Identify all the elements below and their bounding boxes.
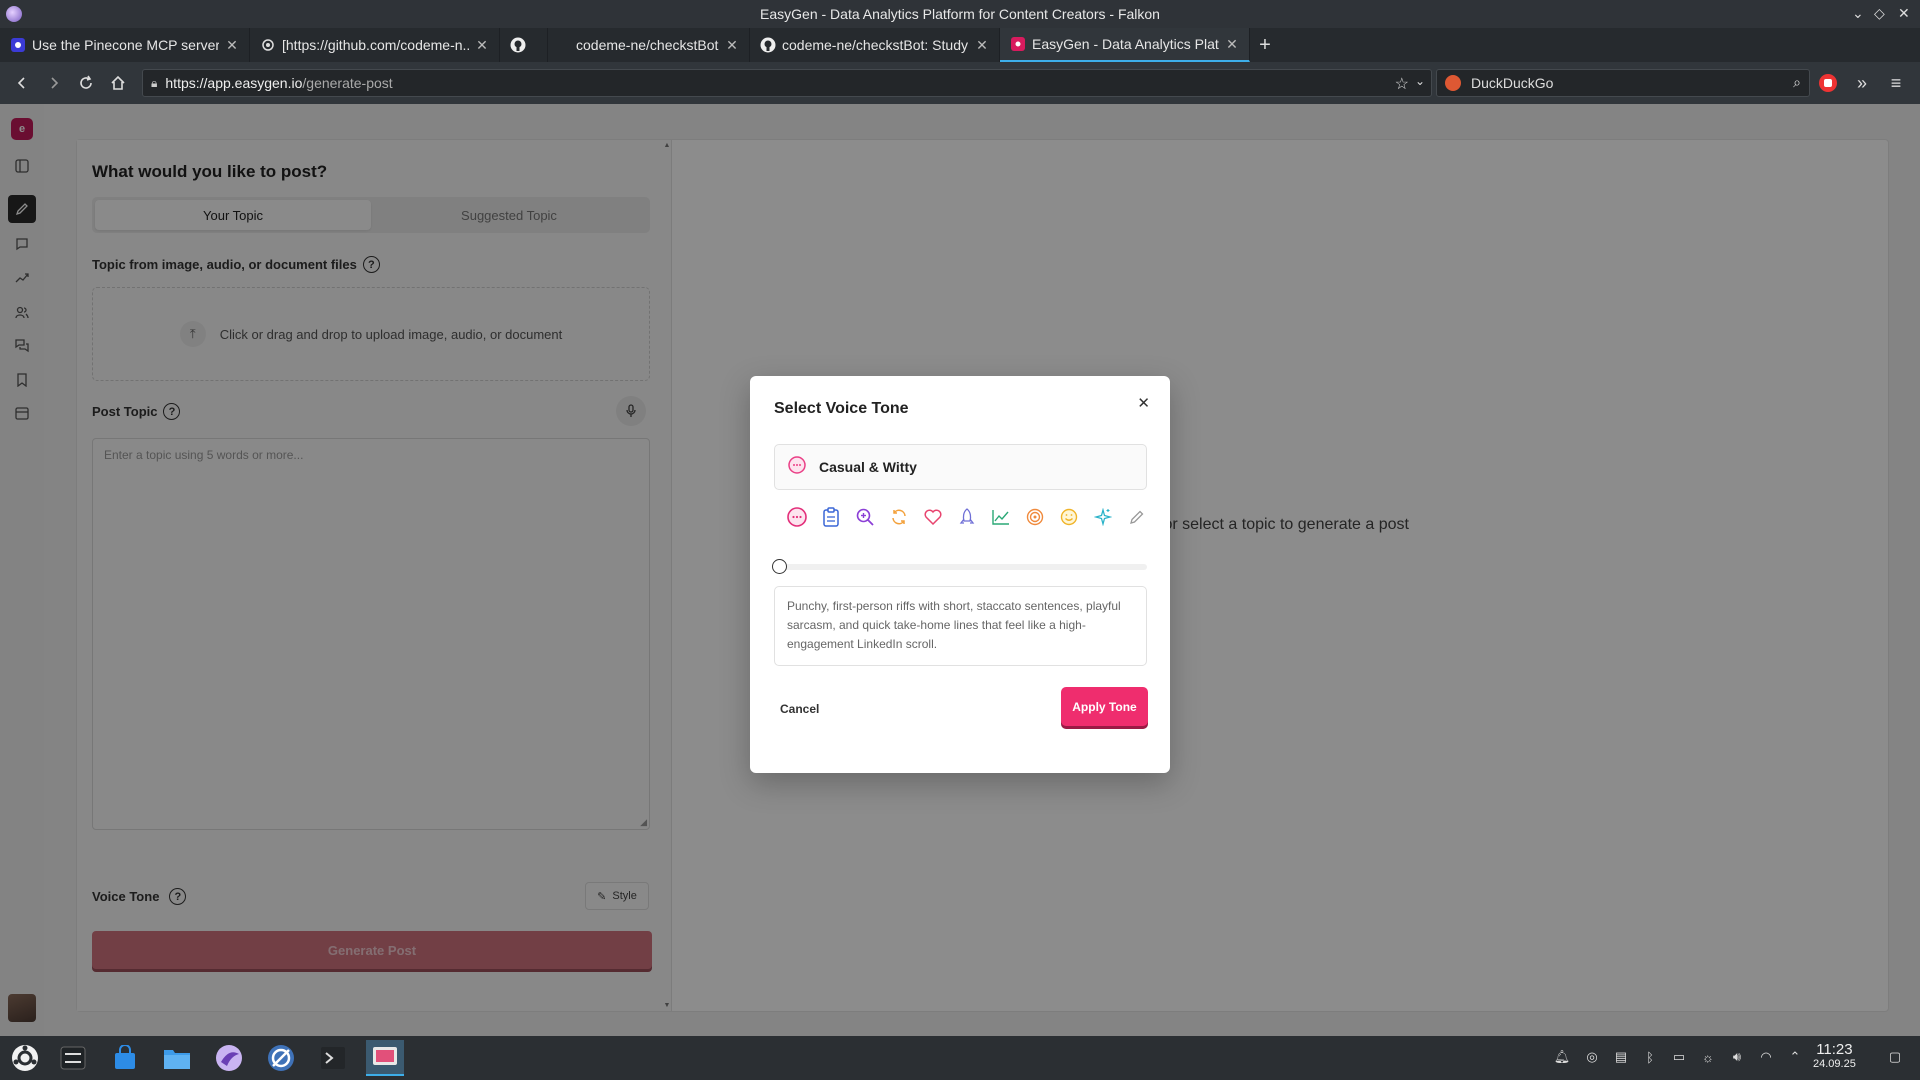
tone-icon-row bbox=[780, 504, 1154, 530]
extensions-chevron-icon[interactable]: » bbox=[1846, 67, 1878, 99]
bug-icon bbox=[260, 37, 276, 53]
window-titlebar: EasyGen - Data Analytics Platform for Co… bbox=[0, 0, 1920, 28]
chat-icon[interactable] bbox=[780, 504, 814, 530]
back-button[interactable] bbox=[6, 67, 38, 99]
falkon-logo-icon bbox=[6, 6, 22, 22]
easygen-icon bbox=[1010, 36, 1026, 52]
minimize-icon[interactable]: ⌄ bbox=[1852, 5, 1864, 22]
show-desktop-icon[interactable]: ▢ bbox=[1886, 1048, 1904, 1066]
browser-tab-active[interactable]: EasyGen - Data Analytics Platf... ✕ bbox=[1000, 28, 1250, 62]
tone-intensity-slider[interactable] bbox=[772, 559, 1147, 574]
bookmark-star-icon[interactable]: ☆ bbox=[1395, 74, 1409, 94]
tab-close-icon[interactable]: ✕ bbox=[725, 37, 739, 54]
menu-hamburger-icon[interactable]: ≡ bbox=[1880, 67, 1912, 99]
clipboard-tray-icon[interactable]: ▤ bbox=[1612, 1048, 1630, 1066]
store-bag-icon[interactable] bbox=[106, 1040, 144, 1076]
url-bar[interactable]: 🔒︎ https://app.easygen.io/generate-post … bbox=[142, 69, 1432, 97]
update-tray-icon[interactable]: ◎ bbox=[1583, 1048, 1601, 1066]
page-viewport: e What would you like to post? Your Topi… bbox=[0, 104, 1920, 1036]
smile-icon[interactable] bbox=[1052, 504, 1086, 530]
search-bar[interactable]: DuckDuckGo ⌕ bbox=[1436, 69, 1810, 97]
github-icon bbox=[510, 37, 526, 53]
lock-icon: 🔒︎ bbox=[151, 75, 158, 90]
chevron-down-icon[interactable]: ⌄ bbox=[1415, 74, 1425, 88]
cancel-button[interactable]: Cancel bbox=[780, 702, 819, 716]
target-icon[interactable] bbox=[1018, 504, 1052, 530]
tab-bar: Use the Pinecone MCP server -... ✕ [http… bbox=[0, 28, 1920, 62]
chart-icon[interactable] bbox=[984, 504, 1018, 530]
clipboard-icon[interactable] bbox=[814, 504, 848, 530]
brightness-tray-icon[interactable]: ☼ bbox=[1699, 1048, 1717, 1066]
tray-expand-icon[interactable]: ⌃ bbox=[1786, 1048, 1804, 1066]
tab-close-icon[interactable]: ✕ bbox=[975, 37, 989, 54]
apply-tone-button[interactable]: Apply Tone bbox=[1061, 687, 1148, 726]
pencil-icon[interactable] bbox=[1120, 504, 1154, 530]
voice-tone-modal: Select Voice Tone ✕ Casual & Witty Punch… bbox=[750, 376, 1170, 773]
search-icon[interactable]: ⌕ bbox=[1793, 74, 1801, 91]
modal-title: Select Voice Tone bbox=[774, 400, 909, 417]
browser-tab[interactable] bbox=[500, 28, 548, 62]
chat-icon bbox=[787, 455, 807, 480]
system-tool-icon[interactable] bbox=[262, 1040, 300, 1076]
close-window-icon[interactable]: ✕ bbox=[1898, 5, 1910, 22]
new-tab-button[interactable]: + bbox=[1250, 28, 1280, 62]
battery-tray-icon[interactable]: ▭ bbox=[1670, 1048, 1688, 1066]
close-icon[interactable]: ✕ bbox=[1137, 394, 1150, 412]
bluetooth-tray-icon[interactable]: ᛒ bbox=[1641, 1048, 1659, 1066]
maximize-icon[interactable]: ◇ bbox=[1874, 5, 1885, 22]
tone-description: Punchy, first-person riffs with short, s… bbox=[774, 586, 1147, 666]
screenshot-tool-icon[interactable] bbox=[366, 1040, 404, 1076]
pinecone-icon bbox=[10, 37, 26, 53]
heart-icon[interactable] bbox=[916, 504, 950, 530]
adblock-icon[interactable] bbox=[1812, 67, 1844, 99]
tab-close-icon[interactable]: ✕ bbox=[1225, 36, 1239, 53]
sparkle-icon[interactable] bbox=[1086, 504, 1120, 530]
slider-knob[interactable] bbox=[772, 559, 787, 574]
volume-tray-icon[interactable]: 🔊︎ bbox=[1728, 1048, 1746, 1066]
navigation-bar: 🔒︎ https://app.easygen.io/generate-post … bbox=[0, 62, 1920, 104]
url-text[interactable]: https://app.easygen.io/generate-post bbox=[165, 75, 392, 91]
zoom-icon[interactable] bbox=[848, 504, 882, 530]
falkon-browser-icon[interactable] bbox=[210, 1040, 248, 1076]
refresh-icon[interactable] bbox=[882, 504, 916, 530]
home-button[interactable] bbox=[102, 67, 134, 99]
window-title: EasyGen - Data Analytics Platform for Co… bbox=[760, 6, 1160, 22]
notifications-tray-icon[interactable]: 🔔︎ bbox=[1553, 1048, 1571, 1066]
rocket-icon[interactable] bbox=[950, 504, 984, 530]
file-manager-icon[interactable] bbox=[158, 1040, 196, 1076]
tab-close-icon[interactable]: ✕ bbox=[225, 37, 239, 54]
wifi-tray-icon[interactable]: ◠ bbox=[1757, 1048, 1775, 1066]
selected-tone-display: Casual & Witty bbox=[774, 444, 1147, 490]
duckduckgo-icon bbox=[1445, 75, 1461, 91]
browser-tab[interactable]: codeme-ne/checkstBot ✕ bbox=[548, 28, 750, 62]
reload-button[interactable] bbox=[70, 67, 102, 99]
system-taskbar: 🔔︎ ◎ ▤ ᛒ ▭ ☼ 🔊︎ ◠ ⌃ 11:23 24.09.25 ▢ bbox=[0, 1036, 1920, 1080]
terminal-icon[interactable] bbox=[314, 1040, 352, 1076]
system-clock[interactable]: 11:23 24.09.25 bbox=[1813, 1041, 1856, 1070]
tab-close-icon[interactable]: ✕ bbox=[475, 37, 489, 54]
github-icon bbox=[760, 37, 776, 53]
browser-tab[interactable]: Use the Pinecone MCP server -... ✕ bbox=[0, 28, 250, 62]
browser-tab[interactable]: codeme-ne/checkstBot: Study ... ✕ bbox=[750, 28, 1000, 62]
app-launcher-icon[interactable] bbox=[6, 1040, 44, 1076]
forward-button[interactable] bbox=[38, 67, 70, 99]
browser-tab[interactable]: [https://github.com/codeme-n... ✕ bbox=[250, 28, 500, 62]
settings-sliders-icon[interactable] bbox=[54, 1040, 92, 1076]
